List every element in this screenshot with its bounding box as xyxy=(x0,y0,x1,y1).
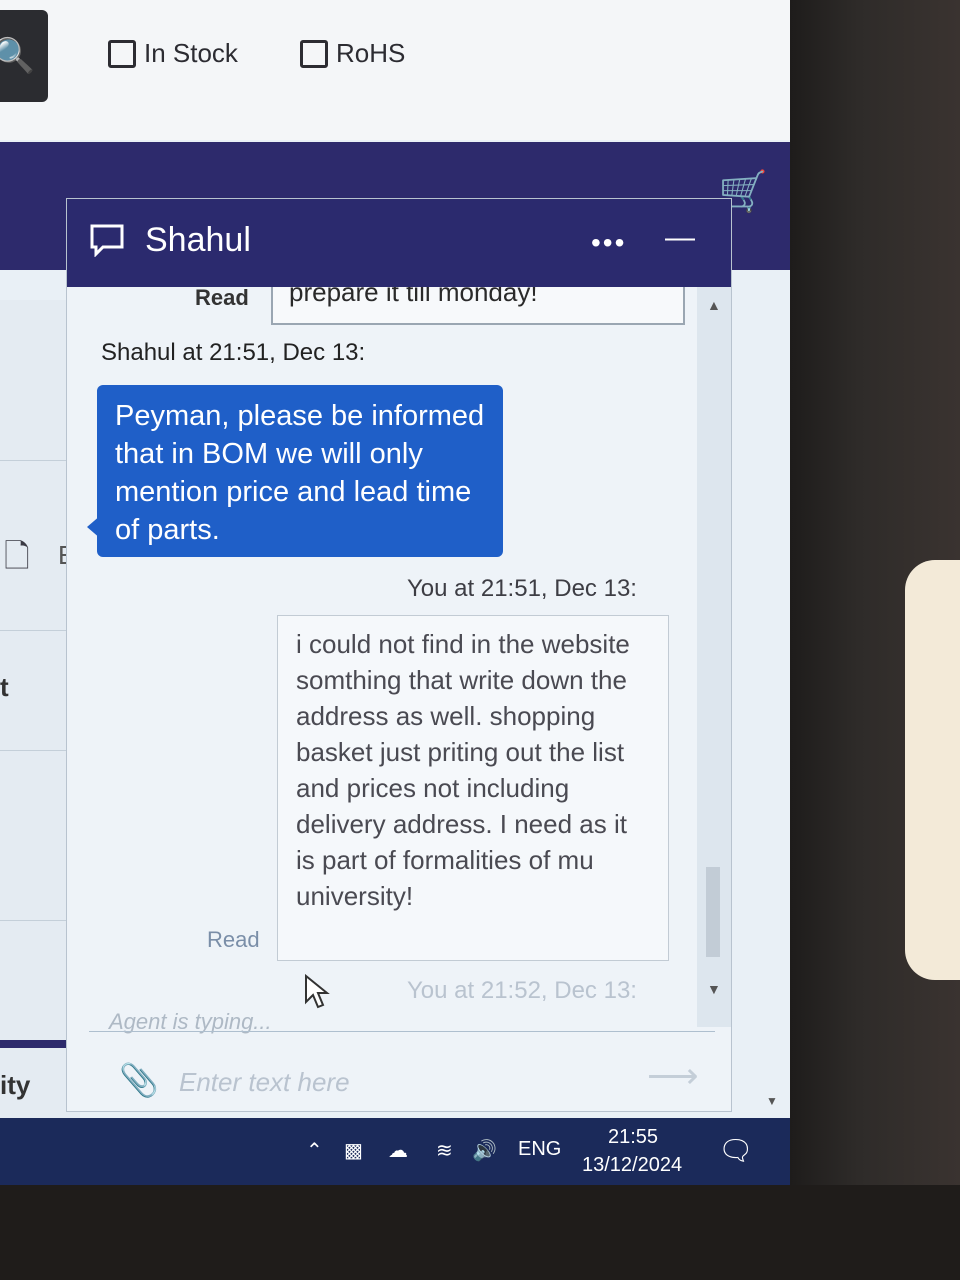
agent-name: Shahul xyxy=(145,221,251,259)
side-ity-fragment: ity xyxy=(0,1070,31,1100)
rohs-label: RoHS xyxy=(336,38,406,68)
scroll-thumb[interactable] xyxy=(706,867,720,957)
read-receipt: Read xyxy=(195,287,249,310)
in-stock-filter[interactable]: In Stock xyxy=(108,38,238,69)
volume-icon[interactable]: 🔊 xyxy=(472,1138,497,1163)
clock-date[interactable]: 13/12/2024 xyxy=(582,1154,682,1177)
scroll-down-arrow-icon[interactable]: ▼ xyxy=(707,981,721,997)
page-scroll-down-icon[interactable]: ▼ xyxy=(766,1094,778,1108)
background-wall xyxy=(905,560,960,980)
minimize-button[interactable]: — xyxy=(665,221,695,255)
user-message: i could not find in the website somthing… xyxy=(277,615,669,961)
message-meta: Shahul at 21:51, Dec 13: xyxy=(101,339,366,366)
message-meta: You at 21:51, Dec 13: xyxy=(407,575,637,602)
search-icon: 🔍 xyxy=(0,37,36,75)
language-indicator[interactable]: ENG xyxy=(518,1138,561,1161)
notification-icon[interactable]: 🗨 xyxy=(718,1134,754,1167)
top-filter-bar: 🔍 In Stock RoHS xyxy=(0,0,790,140)
agent-bubble-tail xyxy=(87,515,101,539)
clock-time[interactable]: 21:55 xyxy=(608,1126,658,1149)
chat-scrollbar[interactable]: ▲ ▼ xyxy=(697,287,731,1027)
message-input[interactable] xyxy=(177,1059,621,1105)
screen: 🔍 In Stock RoHS 🛒 🗋 E t ity Shahul ••• — xyxy=(0,0,790,1185)
in-stock-label: In Stock xyxy=(144,38,238,68)
previous-user-message: prepare it till monday! xyxy=(271,287,685,325)
input-divider xyxy=(89,1031,715,1032)
rohs-filter[interactable]: RoHS xyxy=(300,38,405,69)
in-stock-checkbox[interactable] xyxy=(108,39,136,68)
document-icon[interactable]: 🗋 xyxy=(4,534,40,576)
mouse-cursor-icon xyxy=(305,974,330,1009)
chat-bubble-icon xyxy=(90,224,124,257)
wifi-icon[interactable]: ≋ xyxy=(436,1138,453,1163)
onedrive-cloud-icon[interactable]: ☁ xyxy=(388,1138,408,1163)
side-t-fragment: t xyxy=(0,672,9,702)
taskbar: ⌃ ▩ ☁ ≋ 🔊 ENG 21:55 13/12/2024 🗨 xyxy=(0,1118,790,1185)
chat-window: Shahul ••• — Read prepare it till monday… xyxy=(66,198,732,1112)
read-receipt: Read xyxy=(207,927,260,952)
message-meta: You at 21:52, Dec 13: xyxy=(407,977,637,1004)
chat-header: Shahul ••• — xyxy=(67,199,731,287)
battery-icon[interactable]: ▩ xyxy=(344,1138,363,1163)
message-list[interactable]: Read prepare it till monday! Shahul at 2… xyxy=(67,287,703,1027)
search-button[interactable]: 🔍 xyxy=(0,10,48,102)
show-hidden-icons-icon[interactable]: ⌃ xyxy=(306,1138,323,1163)
agent-message: Peyman, please be informed that in BOM w… xyxy=(97,385,503,557)
paperclip-icon[interactable]: 📎 xyxy=(119,1061,159,1099)
rohs-checkbox[interactable] xyxy=(300,39,328,68)
laptop-bezel-bottom xyxy=(0,1185,960,1280)
more-options-button[interactable]: ••• xyxy=(591,227,626,259)
send-arrow-icon[interactable]: ⟶ xyxy=(647,1055,699,1097)
scroll-up-arrow-icon[interactable]: ▲ xyxy=(707,297,721,313)
